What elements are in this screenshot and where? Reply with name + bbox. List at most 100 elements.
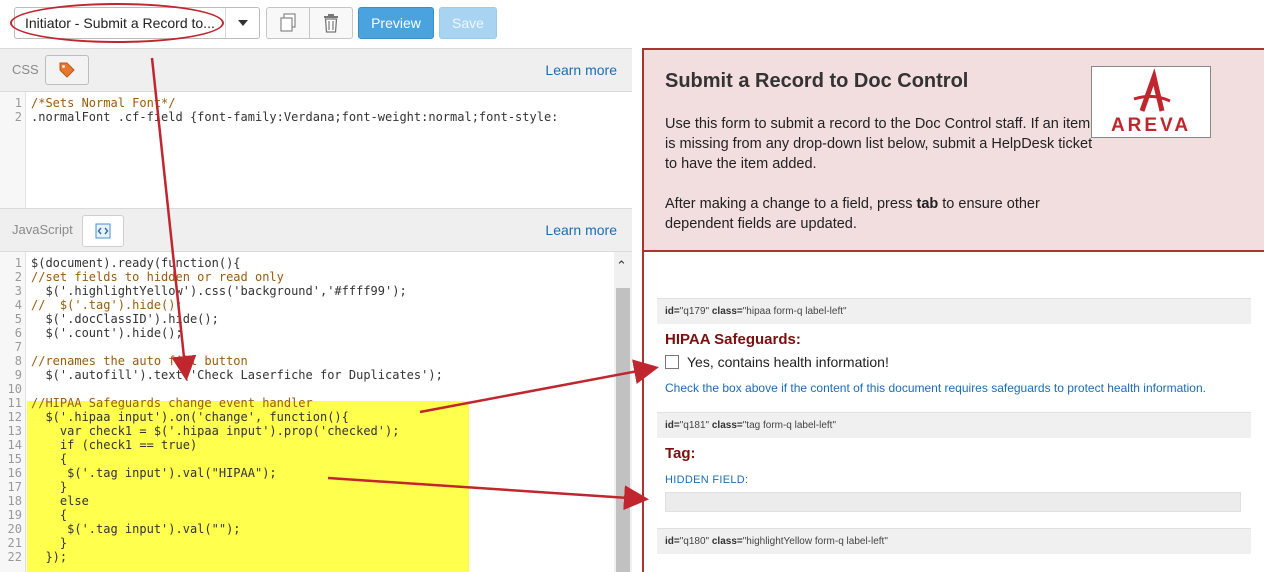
js-code-editor[interactable]: 1 $(document).ready(function(){2 //set fie… [0,252,632,572]
hipaa-checkbox-row[interactable]: Yes, contains health information! [665,354,889,370]
code-line[interactable]: 1 /*Sets Normal Font*/ [0,96,632,110]
line-number: 14 [7,438,22,452]
code-text[interactable]: //HIPAA Safeguards change event handler [31,396,313,410]
form-select-value: Initiator - Submit a Record to... [25,15,215,31]
code-brackets-icon [95,223,111,239]
code-line[interactable]: 16 $('.tag input').val("HIPAA"); [0,466,632,480]
code-text[interactable]: //renames the auto fill button [31,354,248,368]
code-line[interactable]: 2 .normalFont .cf-field {font-family:Verd… [0,110,632,124]
code-text[interactable]: } [31,480,67,494]
scrollbar-thumb[interactable] [616,288,630,572]
hipaa-checkbox[interactable] [665,355,679,369]
code-line[interactable]: 9 $('.autofill').text('Check Laserfiche … [0,368,632,382]
line-number: 10 [7,382,22,396]
copy-icon [280,13,296,32]
trash-icon [324,14,338,33]
code-text[interactable]: $('.hipaa input').on('change', function(… [31,410,348,424]
code-line[interactable]: 5 $('.docClassID').hide(); [0,312,632,326]
hidden-field-label: HIDDEN FIELD: [665,474,749,486]
code-line[interactable]: 20 $('.tag input').val(""); [0,522,632,536]
code-text[interactable]: else [31,494,89,508]
code-text[interactable]: $('.docClassID').hide(); [31,312,218,326]
preview-button[interactable]: Preview [358,7,434,39]
line-number: 12 [7,410,22,424]
code-text[interactable]: $(document).ready(function(){ [31,256,241,270]
js-section-header: JavaScript Learn more [0,208,632,252]
code-text[interactable]: $('.tag input').val("HIPAA"); [31,466,277,480]
code-line[interactable]: 2 //set fields to hidden or read only [0,270,632,284]
code-line[interactable]: 4 // $('.tag').hide(); [0,298,632,312]
hipaa-checkbox-label[interactable]: Yes, contains health information! [687,354,889,370]
css-tag-button[interactable] [45,55,89,85]
code-line[interactable]: 17 } [0,480,632,494]
line-number: 1 [14,96,22,110]
code-text[interactable]: { [31,452,67,466]
code-text[interactable]: // $('.tag').hide(); [31,298,183,312]
code-line[interactable]: 3 $('.highlightYellow').css('background'… [0,284,632,298]
delete-button[interactable] [309,7,353,39]
vertical-scrollbar[interactable]: ⌃ [614,252,632,572]
code-line[interactable]: 11 //HIPAA Safeguards change event handle… [0,396,632,410]
copy-button[interactable] [266,7,310,39]
code-text[interactable]: $('.count').hide(); [31,326,182,340]
code-text[interactable]: var check1 = $('.hipaa input').prop('che… [31,424,400,438]
css-learn-more-link[interactable]: Learn more [545,62,617,78]
line-number: 5 [14,312,22,326]
toolbar: Initiator - Submit a Record to... Previe… [0,0,1264,46]
line-number: 2 [14,270,22,284]
hipaa-help-text: Check the box above if the content of th… [665,381,1206,395]
line-number: 16 [7,466,22,480]
code-text[interactable]: $('.autofill').text('Check Laserfiche fo… [31,368,442,382]
line-number: 7 [14,340,22,354]
line-number: 19 [7,508,22,522]
js-code-button[interactable] [82,215,124,247]
code-text[interactable]: $('.highlightYellow').css('background','… [31,284,406,298]
code-text[interactable]: { [31,508,67,522]
form-description: Use this form to submit a record to the … [665,116,1093,172]
code-line[interactable]: 1 $(document).ready(function(){ [0,256,632,270]
form-instruction: After making a change to a field, press … [665,196,1040,232]
code-line[interactable]: 15 { [0,452,632,466]
editor-panel: CSS Learn more 1 /*Sets Normal Font*/ 2 .no… [0,48,632,572]
areva-logo-icon [1133,69,1171,112]
form-preview-panel: Submit a Record to Doc Control Use this … [642,48,1264,572]
code-text[interactable]: }); [31,550,67,564]
code-line[interactable]: 21 } [0,536,632,550]
tag-input[interactable] [665,492,1241,512]
scroll-up-icon[interactable]: ⌃ [616,258,627,274]
code-line[interactable]: 22 }); [0,550,632,564]
code-line[interactable]: 12 $('.hipaa input').on('change', functi… [0,410,632,424]
form-select-dropdown[interactable]: Initiator - Submit a Record to... [14,7,260,39]
code-line[interactable]: 14 if (check1 == true) [0,438,632,452]
code-text[interactable]: } [31,536,67,550]
save-button[interactable]: Save [439,7,497,39]
field-meta-q180: id="q180" class="highlightYellow form-q … [657,528,1251,554]
field-meta-q181: id="q181" class="tag form-q label-left" [657,412,1251,438]
code-line[interactable]: 6 $('.count').hide(); [0,326,632,340]
line-number: 3 [14,284,22,298]
chevron-down-icon[interactable] [225,8,259,38]
css-section-header: CSS Learn more [0,48,632,92]
line-number: 18 [7,494,22,508]
code-text[interactable]: if (check1 == true) [31,438,197,452]
code-line[interactable]: 19 { [0,508,632,522]
tag-icon [59,62,75,78]
code-text[interactable]: //set fields to hidden or read only [31,270,284,284]
hipaa-field-label: HIPAA Safeguards: [665,331,801,348]
line-number: 22 [7,550,22,564]
code-line[interactable]: 18 else [0,494,632,508]
code-text[interactable]: $('.tag input').val(""); [31,522,240,536]
code-line[interactable]: 7 [0,340,632,354]
form-header: Submit a Record to Doc Control Use this … [644,48,1264,252]
js-learn-more-link[interactable]: Learn more [545,222,617,238]
areva-logo: AREVA [1091,66,1211,138]
line-number: 13 [7,424,22,438]
code-line[interactable]: 8 //renames the auto fill button [0,354,632,368]
line-number: 6 [14,326,22,340]
code-line[interactable]: 10 [0,382,632,396]
code-text[interactable]: /*Sets Normal Font*/ [31,96,176,110]
code-line[interactable]: 13 var check1 = $('.hipaa input').prop('… [0,424,632,438]
field-meta-q179: id="q179" class="hipaa form-q label-left… [657,298,1251,324]
code-text[interactable]: .normalFont .cf-field {font-family:Verda… [31,110,558,124]
line-number: 9 [14,368,22,382]
